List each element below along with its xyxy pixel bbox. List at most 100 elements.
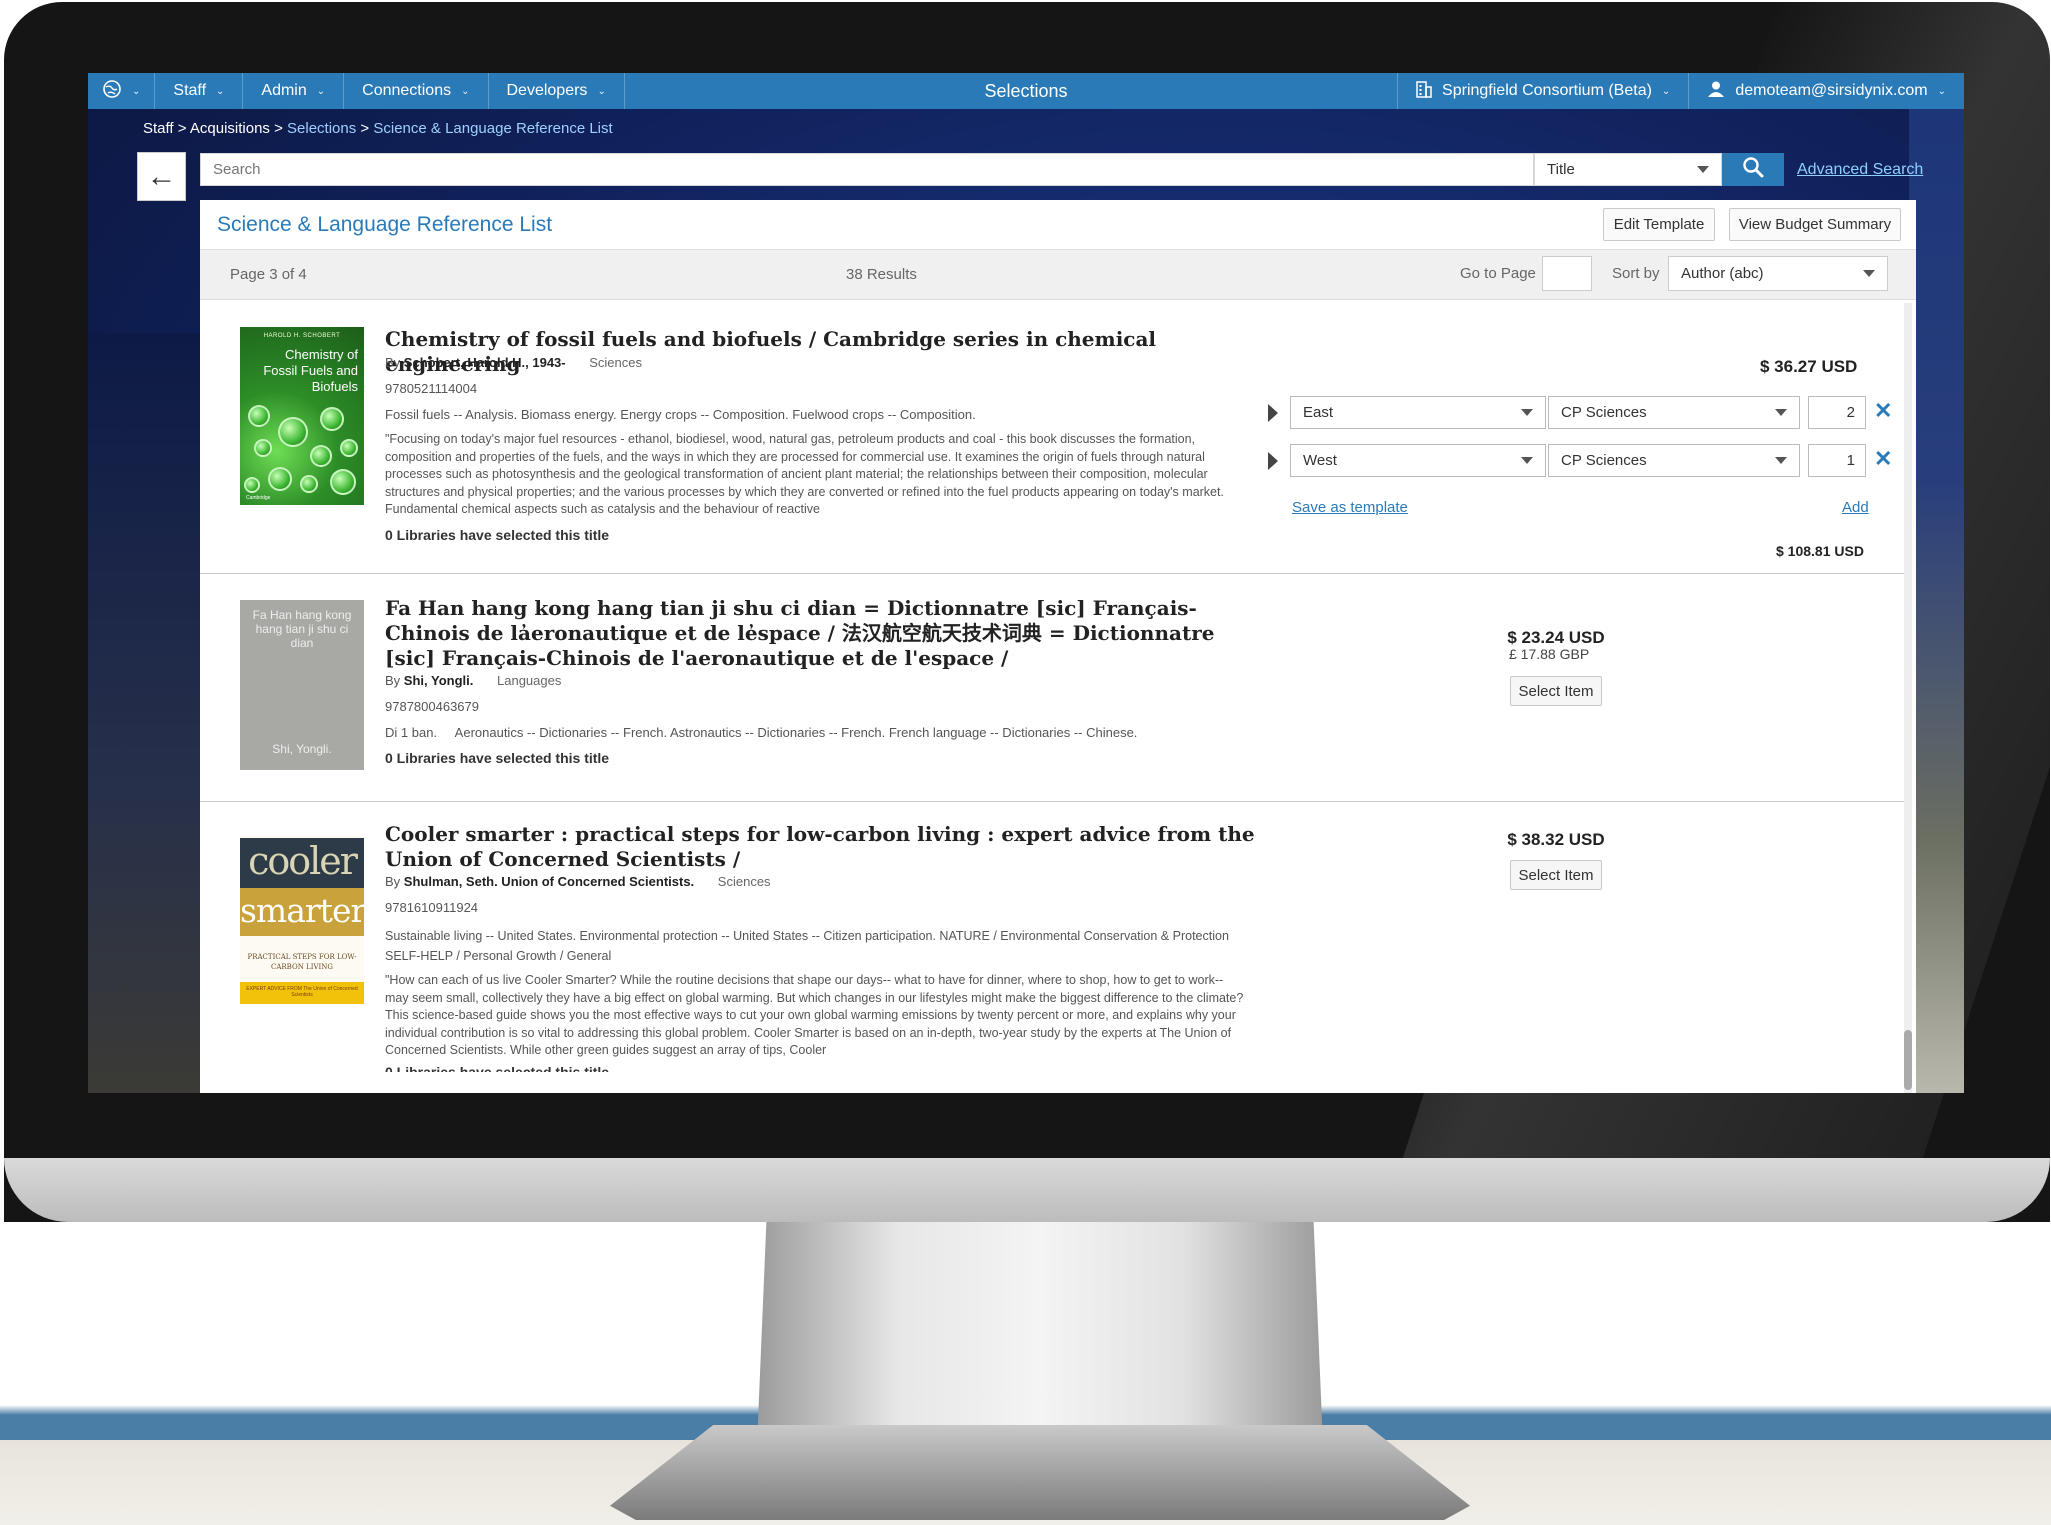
- record-title[interactable]: Cooler smarter : practical steps for low…: [385, 822, 1265, 872]
- monitor-chin: [4, 1158, 2050, 1222]
- building-icon: [1416, 80, 1432, 103]
- chevron-down-icon: [1697, 166, 1709, 173]
- search-input[interactable]: [200, 153, 1534, 186]
- record-isbn: 9787800463679: [385, 699, 479, 714]
- breadcrumb-selections[interactable]: Selections: [287, 120, 356, 137]
- record-title[interactable]: Fa Han hang kong hang tian ji shu ci dia…: [385, 596, 1265, 671]
- cover-subtitle: PRACTICAL STEPS FOR LOW-CARBON LIVING: [247, 953, 357, 971]
- record-subject: Sciences: [717, 874, 771, 889]
- user-email: demoteam@sirsidynix.com: [1735, 82, 1928, 99]
- fund-value: CP Sciences: [1561, 404, 1647, 421]
- caret-right-icon[interactable]: [1268, 404, 1278, 422]
- scrollbar-thumb[interactable]: [1904, 1030, 1912, 1090]
- chevron-down-icon: [1775, 457, 1787, 464]
- book-cover[interactable]: HAROLD H. SCHOBERT Chemistry of Fossil F…: [240, 327, 364, 505]
- nav-developers[interactable]: Developers ⌄: [489, 73, 625, 109]
- save-as-template-link[interactable]: Save as template: [1292, 499, 1408, 516]
- select-item-button[interactable]: Select Item: [1510, 676, 1602, 706]
- cover-bubble: [244, 477, 260, 493]
- record-isbn: 9780521114004: [385, 381, 478, 396]
- record-author[interactable]: Shulman, Seth. Union of Concerned Scient…: [404, 874, 694, 889]
- fund-value: CP Sciences: [1561, 452, 1647, 469]
- nav-admin[interactable]: Admin ⌄: [243, 73, 345, 109]
- chevron-down-icon: ⌄: [1937, 85, 1946, 97]
- breadcrumb-acquisitions[interactable]: Acquisitions: [190, 120, 270, 137]
- cover-bubble: [340, 439, 358, 457]
- add-allocation-link[interactable]: Add: [1842, 499, 1869, 516]
- panel-header: Science & Language Reference List Edit T…: [200, 200, 1916, 250]
- fund-select[interactable]: CP Sciences: [1548, 396, 1800, 429]
- breadcrumb-list[interactable]: Science & Language Reference List: [373, 120, 612, 137]
- close-icon[interactable]: ✕: [1874, 398, 1892, 424]
- cover-credit: EXPERT ADVICE FROM The Union of Concerne…: [240, 982, 364, 1004]
- cover-bubble: [268, 467, 292, 491]
- select-item-button[interactable]: Select Item: [1510, 860, 1602, 890]
- sort-select[interactable]: Author (abc): [1668, 256, 1888, 291]
- record-price-gbp: £ 17.88 GBP: [1509, 646, 1590, 662]
- search-button[interactable]: [1722, 153, 1784, 186]
- record-subjects-line: Di 1 ban. Aeronautics -- Dictionaries --…: [385, 725, 1255, 740]
- cover-publisher: Cambridge: [246, 495, 271, 501]
- allocation-row: West CP Sciences 1 ✕: [1268, 444, 1892, 477]
- search-type-value: Title: [1547, 161, 1575, 178]
- chevron-down-icon: ⌄: [1661, 85, 1671, 97]
- globe-menu[interactable]: ⌄: [88, 73, 156, 109]
- cover-bubble: [310, 445, 332, 467]
- record-price: $ 38.32 USD: [1507, 830, 1605, 849]
- consortium-menu[interactable]: Springfield Consortium (Beta) ⌄: [1397, 73, 1688, 109]
- nav-connections-label: Connections: [362, 82, 452, 99]
- view-budget-summary-button[interactable]: View Budget Summary: [1729, 208, 1901, 241]
- back-button[interactable]: ←: [137, 152, 186, 201]
- cover-bubble: [320, 407, 344, 431]
- record-edition: Di 1 ban.: [385, 725, 438, 740]
- user-icon: [1707, 80, 1725, 103]
- quantity-input[interactable]: 1: [1808, 444, 1866, 477]
- close-icon[interactable]: ✕: [1874, 446, 1892, 472]
- cover-bubble: [248, 405, 270, 427]
- results-count: 38 Results: [846, 266, 917, 283]
- record-author[interactable]: Shi, Yongli.: [404, 673, 474, 688]
- advanced-search-link[interactable]: Advanced Search: [1797, 161, 1923, 179]
- record-isbn: 9781610911924: [385, 900, 479, 915]
- caret-right-icon[interactable]: [1268, 452, 1278, 470]
- quantity-input[interactable]: 2: [1808, 396, 1866, 429]
- record-author-line: By Shulman, Seth. Union of Concerned Sci…: [385, 874, 1255, 889]
- goto-page-input[interactable]: [1542, 256, 1592, 291]
- monitor-stand-base: [610, 1425, 1470, 1520]
- fund-select[interactable]: CP Sciences: [1548, 444, 1800, 477]
- record-subjects: Fossil fuels -- Analysis. Biomass energy…: [385, 407, 976, 422]
- scrollbar-track[interactable]: [1904, 303, 1912, 1093]
- screen: ⌄ Staff ⌄ Admin ⌄ Connections ⌄ Developers ⌄…: [88, 73, 1964, 1093]
- book-cover[interactable]: Fa Han hang kong hang tian ji shu ci dia…: [240, 600, 364, 770]
- branch-select[interactable]: West: [1290, 444, 1546, 477]
- chevron-down-icon: [1521, 409, 1533, 416]
- edit-template-button[interactable]: Edit Template: [1603, 208, 1715, 241]
- user-menu[interactable]: demoteam@sirsidynix.com ⌄: [1688, 73, 1964, 109]
- breadcrumb-separator: >: [360, 120, 370, 137]
- record-subjects: Sustainable living -- United States. Env…: [385, 929, 1229, 963]
- by-label: By: [385, 355, 401, 370]
- list-title: Science & Language Reference List: [217, 213, 553, 236]
- sort-by-label: Sort by: [1612, 265, 1660, 282]
- nav-staff[interactable]: Staff ⌄: [155, 73, 244, 109]
- book-cover[interactable]: cooler smarter PRACTICAL STEPS FOR LOW-C…: [240, 836, 364, 1004]
- chevron-down-icon: ⌄: [132, 85, 141, 97]
- list-item: cooler smarter PRACTICAL STEPS FOR LOW-C…: [200, 802, 1906, 1093]
- cover-word-cooler: cooler: [240, 838, 364, 888]
- record-author[interactable]: Schobert, Harold H., 1943-: [404, 355, 566, 370]
- cover-author: Shi, Yongli.: [272, 742, 332, 756]
- allocation-row: East CP Sciences 2 ✕: [1268, 396, 1892, 429]
- sort-value: Author (abc): [1681, 265, 1764, 282]
- search-type-select[interactable]: Title: [1534, 153, 1722, 186]
- nav-connections[interactable]: Connections ⌄: [344, 73, 489, 109]
- chevron-down-icon: ⌄: [216, 85, 225, 97]
- background-photo-left: [88, 333, 208, 1093]
- branch-select[interactable]: East: [1290, 396, 1546, 429]
- cover-word-smarter: smarter: [240, 888, 364, 936]
- branch-value: West: [1303, 452, 1337, 469]
- breadcrumb-staff[interactable]: Staff: [143, 120, 174, 137]
- chevron-down-icon: [1863, 270, 1875, 277]
- nav-staff-label: Staff: [173, 82, 207, 99]
- list-item: Fa Han hang kong hang tian ji shu ci dia…: [200, 574, 1906, 802]
- cover-title: Chemistry of Fossil Fuels and Biofuels: [263, 347, 358, 394]
